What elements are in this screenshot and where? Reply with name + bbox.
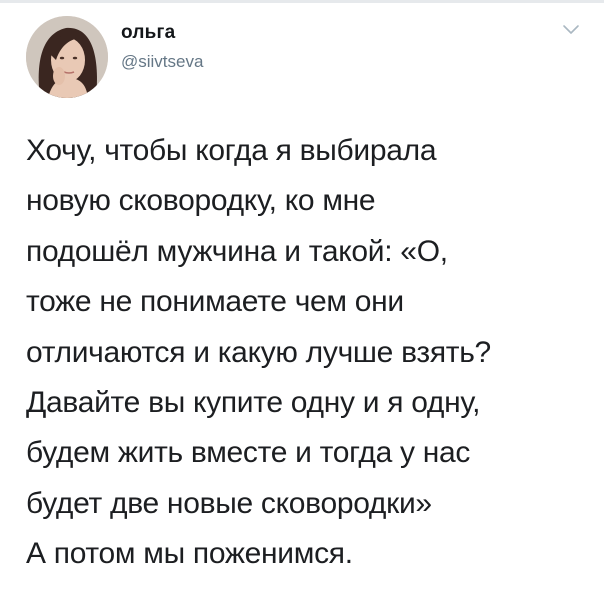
tweet-card: ольга @siivtseva Хочу, чтобы когда я выб… [0, 0, 604, 603]
chevron-down-icon[interactable] [562, 24, 580, 36]
tweet-text-line: тоже не понимаете чем они [26, 285, 404, 319]
author-name[interactable]: ольга [121, 22, 175, 44]
avatar[interactable] [26, 16, 108, 98]
tweet-text-line: новую сковородку, ко мне [26, 184, 376, 218]
author-handle[interactable]: @siivtseva [121, 52, 203, 72]
tweet-text-line: А потом мы поженимся. [26, 537, 353, 571]
tweet-text-line: Хочу, чтобы когда я выбирала [26, 134, 437, 167]
avatar-photo [26, 16, 108, 98]
tweet-text-line: будет две новые сковородки» [26, 486, 432, 520]
tweet-text-line: будем жить вместе и тогда у нас [26, 436, 471, 470]
tweet-text: Хочу, чтобы когда я выбирала новую сково… [26, 126, 596, 580]
tweet-text-line: отличаются и какую лучше взять? [26, 335, 491, 369]
tweet-text-line: Давайте вы купите одну и я одну, [26, 386, 481, 420]
tweet-text-line: подошёл мужчина и такой: «О, [26, 234, 448, 268]
